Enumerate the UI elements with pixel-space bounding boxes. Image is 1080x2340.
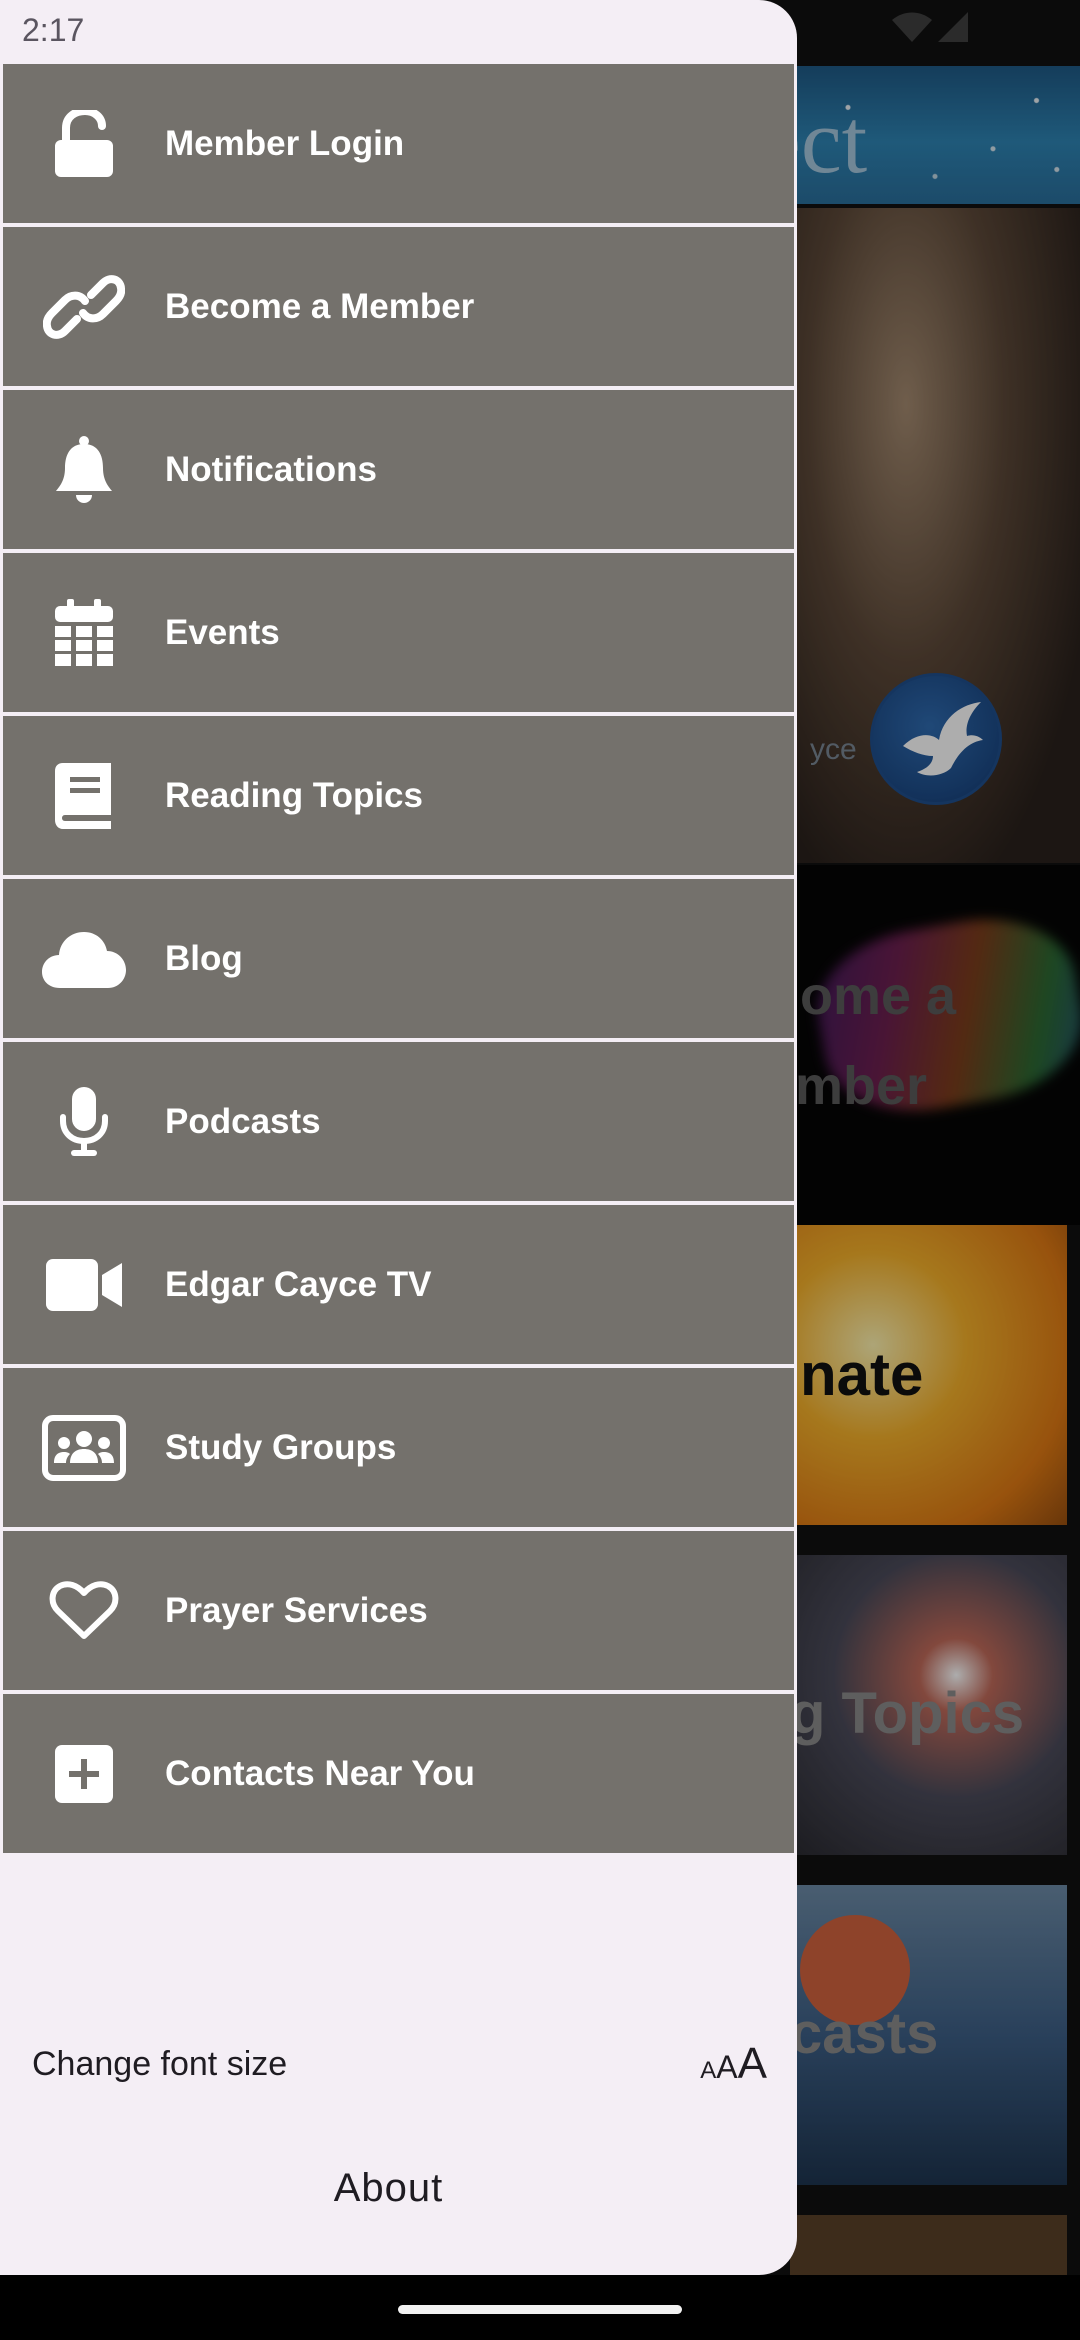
menu-item-label: Become a Member (165, 286, 475, 326)
menu-item-label: Edgar Cayce TV (165, 1264, 432, 1304)
home-gesture-handle[interactable] (398, 2305, 682, 2314)
menu-item-member-login[interactable]: Member Login (0, 64, 797, 223)
plus-square-icon (3, 1744, 165, 1803)
link-icon (3, 274, 165, 339)
group-icon (3, 1414, 165, 1481)
menu-item-reading-topics[interactable]: Reading Topics (0, 716, 797, 875)
menu-item-contacts-near-you[interactable]: Contacts Near You (0, 1694, 797, 1853)
menu-item-label: Study Groups (165, 1427, 397, 1467)
menu-item-study-groups[interactable]: Study Groups (0, 1368, 797, 1527)
change-font-size-row[interactable]: Change font size A A A (32, 2034, 767, 2094)
screen: ect yce ome a mber nate g Topics casts (0, 0, 1080, 2340)
menu-item-label: Blog (165, 938, 243, 978)
change-font-size-label: Change font size (32, 2044, 288, 2083)
video-camera-icon (3, 1258, 165, 1311)
heart-icon (3, 1580, 165, 1641)
status-icons (892, 12, 968, 47)
wifi-icon (892, 12, 932, 47)
menu-item-label: Contacts Near You (165, 1753, 475, 1793)
font-size-icon-large: A (737, 2039, 767, 2088)
signal-icon (938, 12, 968, 47)
about-button[interactable]: About (0, 2166, 777, 2211)
font-size-icon[interactable]: A A A (700, 2039, 767, 2089)
status-time: 2:17 (22, 12, 85, 48)
menu-item-label: Podcasts (165, 1101, 321, 1141)
menu-item-prayer-services[interactable]: Prayer Services (0, 1531, 797, 1690)
menu-item-notifications[interactable]: Notifications (0, 390, 797, 549)
cloud-icon (3, 930, 165, 988)
calendar-icon (3, 598, 165, 667)
menu-item-become-member[interactable]: Become a Member (0, 227, 797, 386)
menu-item-label: Events (165, 612, 280, 652)
font-size-icon-medium: A (716, 2049, 738, 2085)
menu-item-events[interactable]: Events (0, 553, 797, 712)
menu-item-label: Prayer Services (165, 1590, 428, 1630)
menu-item-edgar-cayce-tv[interactable]: Edgar Cayce TV (0, 1205, 797, 1364)
navigation-drawer: Member Login Become a Member Notificatio… (0, 0, 797, 2275)
microphone-icon (3, 1086, 165, 1157)
book-icon (3, 762, 165, 829)
menu-item-label: Member Login (165, 123, 405, 163)
unlock-icon (3, 109, 165, 178)
bell-icon (3, 435, 165, 504)
menu-item-label: Reading Topics (165, 775, 423, 815)
menu-item-podcasts[interactable]: Podcasts (0, 1042, 797, 1201)
drawer-menu: Member Login Become a Member Notificatio… (0, 64, 797, 1857)
menu-item-label: Notifications (165, 449, 377, 489)
font-size-icon-small: A (700, 2057, 717, 2084)
menu-item-blog[interactable]: Blog (0, 879, 797, 1038)
